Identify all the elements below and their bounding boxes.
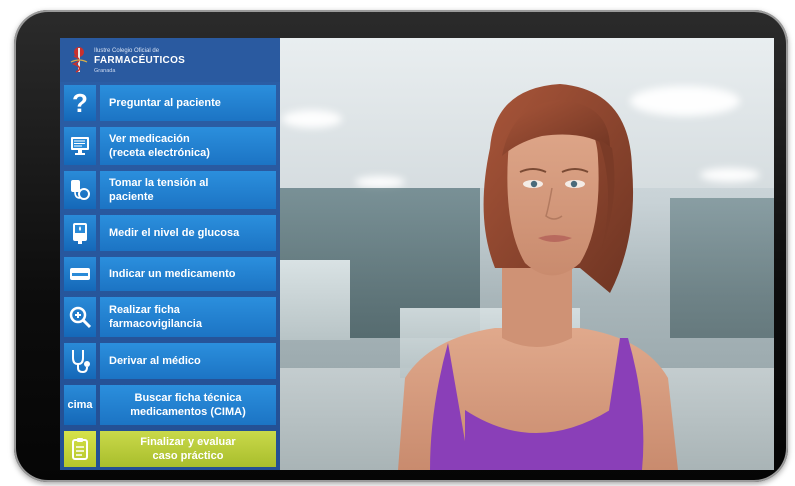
menu-item-preguntar[interactable]: ? Preguntar al paciente <box>60 82 280 124</box>
menu-item-cima[interactable]: cima Buscar ficha técnica medicamentos (… <box>60 382 280 428</box>
ficha-button[interactable]: Realizar ficha farmacovigilancia <box>100 297 276 337</box>
glucometer-icon <box>64 215 96 251</box>
menu-item-ficha[interactable]: Realizar ficha farmacovigilancia <box>60 294 280 340</box>
magnifier-plus-icon <box>64 297 96 337</box>
tension-button[interactable]: Tomar la tensión al paciente <box>100 171 276 209</box>
patient-scene <box>280 38 774 470</box>
virtual-patient <box>398 84 678 470</box>
question-icon: ? <box>64 85 96 121</box>
menu-item-ver-medicacion[interactable]: Ver medicación (receta electrónica) <box>60 124 280 168</box>
org-line1: Ilustre Colegio Oficial de <box>94 48 160 54</box>
menu-item-tension[interactable]: Tomar la tensión al paciente <box>60 168 280 212</box>
medication-card-icon <box>64 257 96 291</box>
menu-item-glucosa[interactable]: Medir el nivel de glucosa <box>60 212 280 254</box>
menu-item-finalizar[interactable]: Finalizar y evaluar caso práctico <box>60 428 280 470</box>
stethoscope-icon <box>64 343 96 379</box>
indicar-button[interactable]: Indicar un medicamento <box>100 257 276 291</box>
clipboard-icon <box>64 431 96 467</box>
menu-item-derivar[interactable]: Derivar al médico <box>60 340 280 382</box>
cima-icon-text: cima <box>67 399 93 411</box>
menu-item-indicar[interactable]: Indicar un medicamento <box>60 254 280 294</box>
ver-medicacion-button[interactable]: Ver medicación (receta electrónica) <box>100 127 276 165</box>
app-screen: Ilustre Colegio Oficial de FARMACÉUTICOS… <box>60 38 774 470</box>
pharmacy-logo-icon <box>70 47 88 73</box>
org-city: Granada <box>94 68 116 74</box>
monitor-icon <box>64 127 96 165</box>
org-header: Ilustre Colegio Oficial de FARMACÉUTICOS… <box>60 38 280 82</box>
glucosa-button[interactable]: Medir el nivel de glucosa <box>100 215 276 251</box>
cima-button[interactable]: Buscar ficha técnica medicamentos (CIMA) <box>100 385 276 425</box>
preguntar-button[interactable]: Preguntar al paciente <box>100 85 276 121</box>
org-name: FARMACÉUTICOS <box>94 55 186 66</box>
blood-pressure-icon <box>64 171 96 209</box>
sidebar: Ilustre Colegio Oficial de FARMACÉUTICOS… <box>60 38 280 470</box>
cima-icon: cima <box>64 385 96 425</box>
finalizar-button[interactable]: Finalizar y evaluar caso práctico <box>100 431 276 467</box>
derivar-button[interactable]: Derivar al médico <box>100 343 276 379</box>
tablet-frame: Ilustre Colegio Oficial de FARMACÉUTICOS… <box>14 10 788 482</box>
